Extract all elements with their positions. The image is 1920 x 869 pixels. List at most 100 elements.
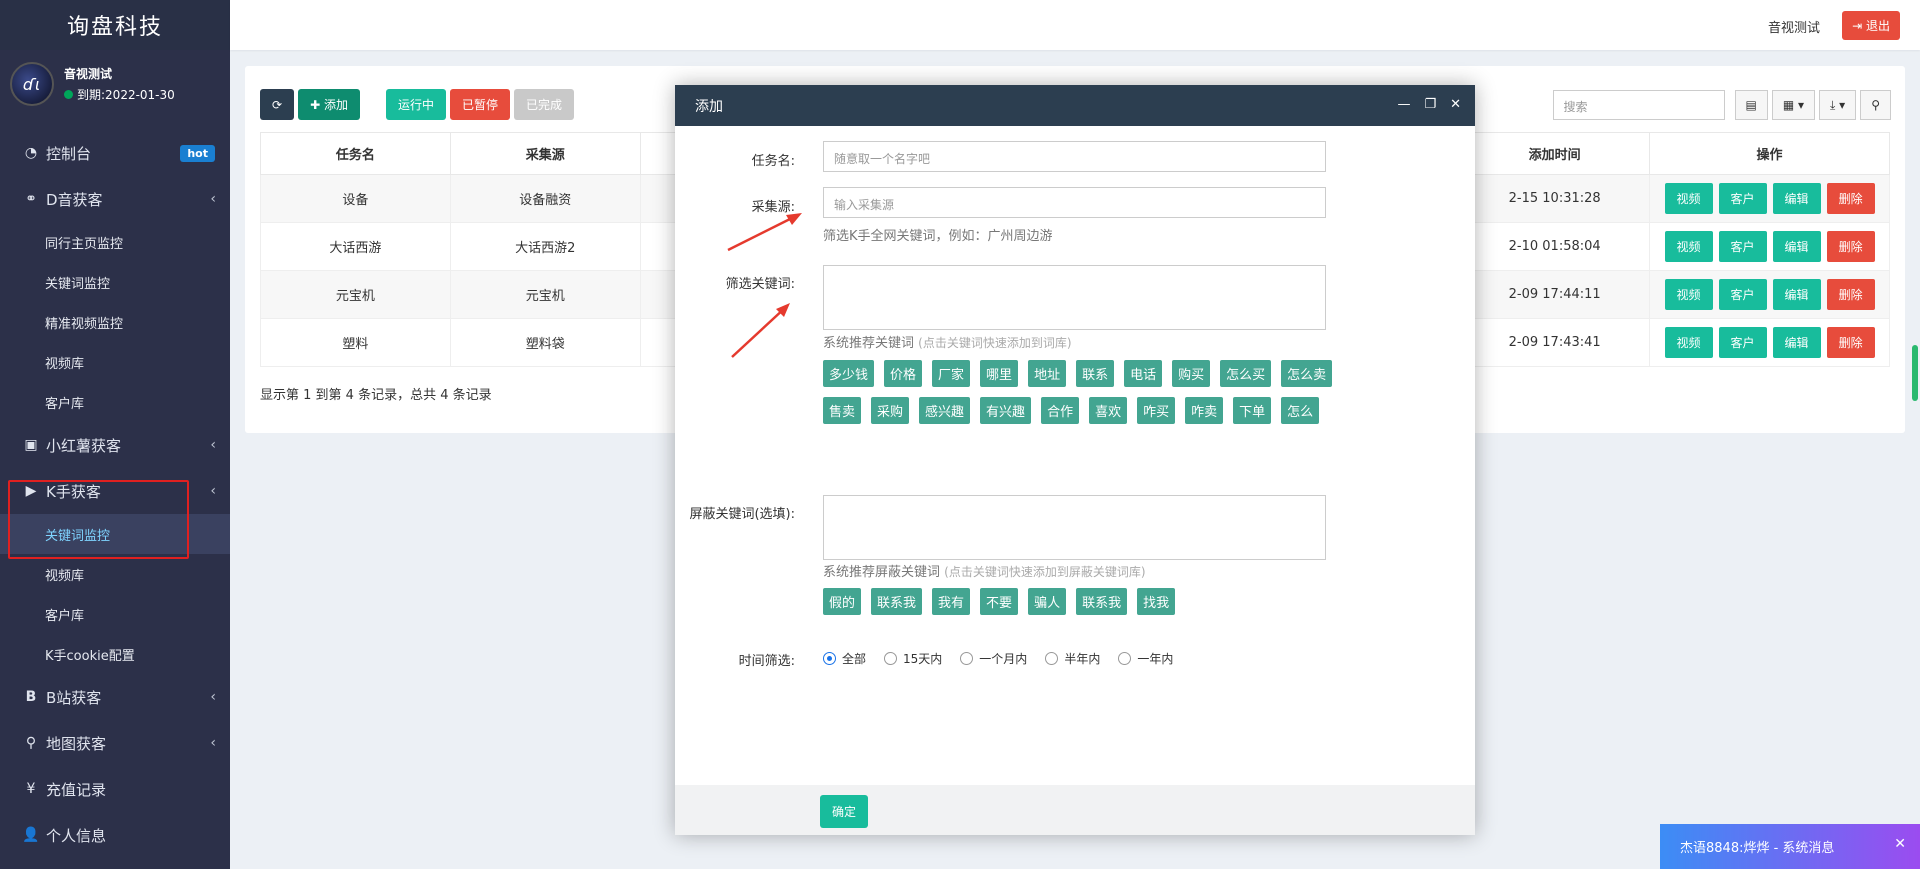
block-keyword-tag[interactable]: 骗人 bbox=[1028, 588, 1067, 615]
user-icon: 👤 bbox=[22, 827, 40, 843]
export-button[interactable]: ⤓ ▾ bbox=[1819, 90, 1857, 120]
video-button[interactable]: 视频 bbox=[1664, 279, 1713, 310]
sidebar-subitem-kuaishou-1[interactable]: 视频库 bbox=[0, 554, 230, 594]
customer-button[interactable]: 客户 bbox=[1718, 231, 1767, 262]
b-icon: B bbox=[25, 689, 37, 705]
sidebar-item-profile[interactable]: 👤 个人信息 bbox=[0, 812, 230, 858]
search-icon: ⚲ bbox=[1871, 98, 1880, 112]
radio-15days[interactable]: 15天内 bbox=[884, 650, 942, 667]
block-keyword-tag[interactable]: 联系我 bbox=[1076, 588, 1128, 615]
video-button[interactable]: 视频 bbox=[1664, 327, 1713, 358]
keyword-tag[interactable]: 下单 bbox=[1233, 397, 1272, 424]
col-time[interactable]: 添加时间 bbox=[1459, 132, 1651, 175]
cell-actions: 视频 客户 编辑 删除 bbox=[1649, 174, 1890, 223]
logout-icon: ⇥ bbox=[1852, 19, 1866, 33]
add-button[interactable]: ✚ 添加 bbox=[298, 89, 360, 120]
keyword-tag[interactable]: 感兴趣 bbox=[919, 397, 971, 424]
sidebar-item-douyin[interactable]: ⚭ D音获客 ‹ bbox=[0, 176, 230, 222]
block-keywords-textarea[interactable] bbox=[823, 495, 1326, 560]
delete-button[interactable]: 删除 bbox=[1826, 327, 1875, 358]
notification-text: 杰语8848:烨烨 - 系统消息 bbox=[1680, 841, 1835, 856]
block-keyword-tag[interactable]: 假的 bbox=[823, 588, 862, 615]
keyword-tag[interactable]: 合作 bbox=[1041, 397, 1080, 424]
keyword-tag[interactable]: 电话 bbox=[1124, 360, 1163, 387]
sidebar-item-map[interactable]: ⚲ 地图获客 ‹ bbox=[0, 720, 230, 766]
minimize-icon[interactable]: — bbox=[1397, 97, 1410, 112]
edit-button[interactable]: 编辑 bbox=[1772, 231, 1821, 262]
filter-keywords-textarea[interactable] bbox=[823, 265, 1326, 330]
columns-button[interactable]: ▦ ▾ bbox=[1771, 90, 1816, 120]
sidebar-subitem-douyin-3[interactable]: 视频库 bbox=[0, 342, 230, 382]
keyword-tag[interactable]: 购买 bbox=[1172, 360, 1211, 387]
keyword-tag[interactable]: 有兴趣 bbox=[980, 397, 1032, 424]
keyword-tag[interactable]: 喜欢 bbox=[1089, 397, 1128, 424]
keyword-tag[interactable]: 咋卖 bbox=[1185, 397, 1224, 424]
radio-1year[interactable]: 一年内 bbox=[1118, 650, 1173, 667]
col-source[interactable]: 采集源 bbox=[449, 132, 641, 175]
sidebar-subitem-kuaishou-2[interactable]: 客户库 bbox=[0, 594, 230, 634]
close-icon[interactable]: ✕ bbox=[1894, 836, 1906, 852]
block-keyword-tag[interactable]: 找我 bbox=[1137, 588, 1176, 615]
keyword-tag[interactable]: 价格 bbox=[884, 360, 923, 387]
filter-running-button[interactable]: 运行中 bbox=[385, 89, 446, 120]
edit-button[interactable]: 编辑 bbox=[1772, 279, 1821, 310]
sidebar-item-xhs[interactable]: ▣ 小红薯获客 ‹ bbox=[0, 422, 230, 468]
radio-1month[interactable]: 一个月内 bbox=[960, 650, 1027, 667]
sidebar-subitem-kuaishou-3[interactable]: K手cookie配置 bbox=[0, 634, 230, 674]
video-button[interactable]: 视频 bbox=[1664, 231, 1713, 262]
keyword-tag[interactable]: 怎么 bbox=[1281, 397, 1320, 424]
maximize-icon[interactable]: ❐ bbox=[1424, 97, 1436, 112]
block-keyword-tag[interactable]: 联系我 bbox=[871, 588, 923, 615]
avatar[interactable]: ɗɩ bbox=[10, 62, 54, 106]
brand-logo[interactable]: 询盘科技 bbox=[0, 0, 230, 50]
sidebar-item-recharge[interactable]: ¥ 充值记录 bbox=[0, 766, 230, 812]
col-task-name[interactable]: 任务名 bbox=[260, 132, 451, 175]
search-input[interactable]: 搜索 bbox=[1552, 90, 1725, 120]
keyword-tag[interactable]: 厂家 bbox=[932, 360, 971, 387]
sidebar-subitem-douyin-0[interactable]: 同行主页监控 bbox=[0, 222, 230, 262]
filter-paused-button[interactable]: 已暂停 bbox=[449, 89, 510, 120]
system-notification[interactable]: 杰语8848:烨烨 - 系统消息 ✕ bbox=[1660, 824, 1920, 869]
keyword-tag[interactable]: 联系 bbox=[1076, 360, 1115, 387]
keyword-tag[interactable]: 哪里 bbox=[980, 360, 1019, 387]
radio-halfyear[interactable]: 半年内 bbox=[1045, 650, 1100, 667]
task-name-input[interactable]: 随意取一个名字吧 bbox=[823, 141, 1326, 172]
sidebar-item-dashboard[interactable]: ◔ 控制台 hot bbox=[0, 130, 230, 176]
block-keyword-tag[interactable]: 不要 bbox=[980, 588, 1019, 615]
keyword-tag[interactable]: 采购 bbox=[871, 397, 910, 424]
delete-button[interactable]: 删除 bbox=[1826, 183, 1875, 214]
block-keyword-tag[interactable]: 我有 bbox=[932, 588, 971, 615]
sidebar-subitem-douyin-1[interactable]: 关键词监控 bbox=[0, 262, 230, 302]
search-button[interactable]: ⚲ bbox=[1860, 90, 1891, 120]
toggle-view-button[interactable]: ▤ bbox=[1734, 90, 1768, 120]
highlight-box bbox=[8, 480, 189, 559]
keyword-tag[interactable]: 地址 bbox=[1028, 360, 1067, 387]
video-button[interactable]: 视频 bbox=[1664, 183, 1713, 214]
confirm-button[interactable]: 确定 bbox=[820, 795, 869, 828]
cell-time: 2-09 17:44:11 bbox=[1459, 270, 1651, 319]
refresh-button[interactable]: ⟳ bbox=[260, 89, 295, 120]
edit-button[interactable]: 编辑 bbox=[1772, 327, 1821, 358]
scrollbar-thumb[interactable] bbox=[1912, 345, 1918, 401]
sidebar-item-bilibili[interactable]: B B站获客 ‹ bbox=[0, 674, 230, 720]
source-input[interactable]: 输入采集源 bbox=[823, 187, 1326, 218]
keyword-tag[interactable]: 怎么卖 bbox=[1281, 360, 1333, 387]
delete-button[interactable]: 删除 bbox=[1826, 231, 1875, 262]
logout-button[interactable]: ⇥ 退出 bbox=[1842, 11, 1900, 40]
keyword-tag[interactable]: 咋买 bbox=[1137, 397, 1176, 424]
sidebar-subitem-douyin-4[interactable]: 客户库 bbox=[0, 382, 230, 422]
radio-all[interactable]: 全部 bbox=[823, 650, 866, 667]
keyword-tag[interactable]: 售卖 bbox=[823, 397, 862, 424]
close-icon[interactable]: ✕ bbox=[1450, 97, 1461, 112]
customer-button[interactable]: 客户 bbox=[1718, 279, 1767, 310]
keyword-tag[interactable]: 多少钱 bbox=[823, 360, 875, 387]
radio-label: 全部 bbox=[842, 652, 867, 666]
customer-button[interactable]: 客户 bbox=[1718, 183, 1767, 214]
customer-button[interactable]: 客户 bbox=[1718, 327, 1767, 358]
delete-button[interactable]: 删除 bbox=[1826, 279, 1875, 310]
edit-button[interactable]: 编辑 bbox=[1772, 183, 1821, 214]
sidebar-subitem-douyin-2[interactable]: 精准视频监控 bbox=[0, 302, 230, 342]
keyword-tag[interactable]: 怎么买 bbox=[1220, 360, 1272, 387]
header-username[interactable]: 音视测试 bbox=[1768, 17, 1820, 36]
filter-done-button[interactable]: 已完成 bbox=[513, 89, 574, 120]
